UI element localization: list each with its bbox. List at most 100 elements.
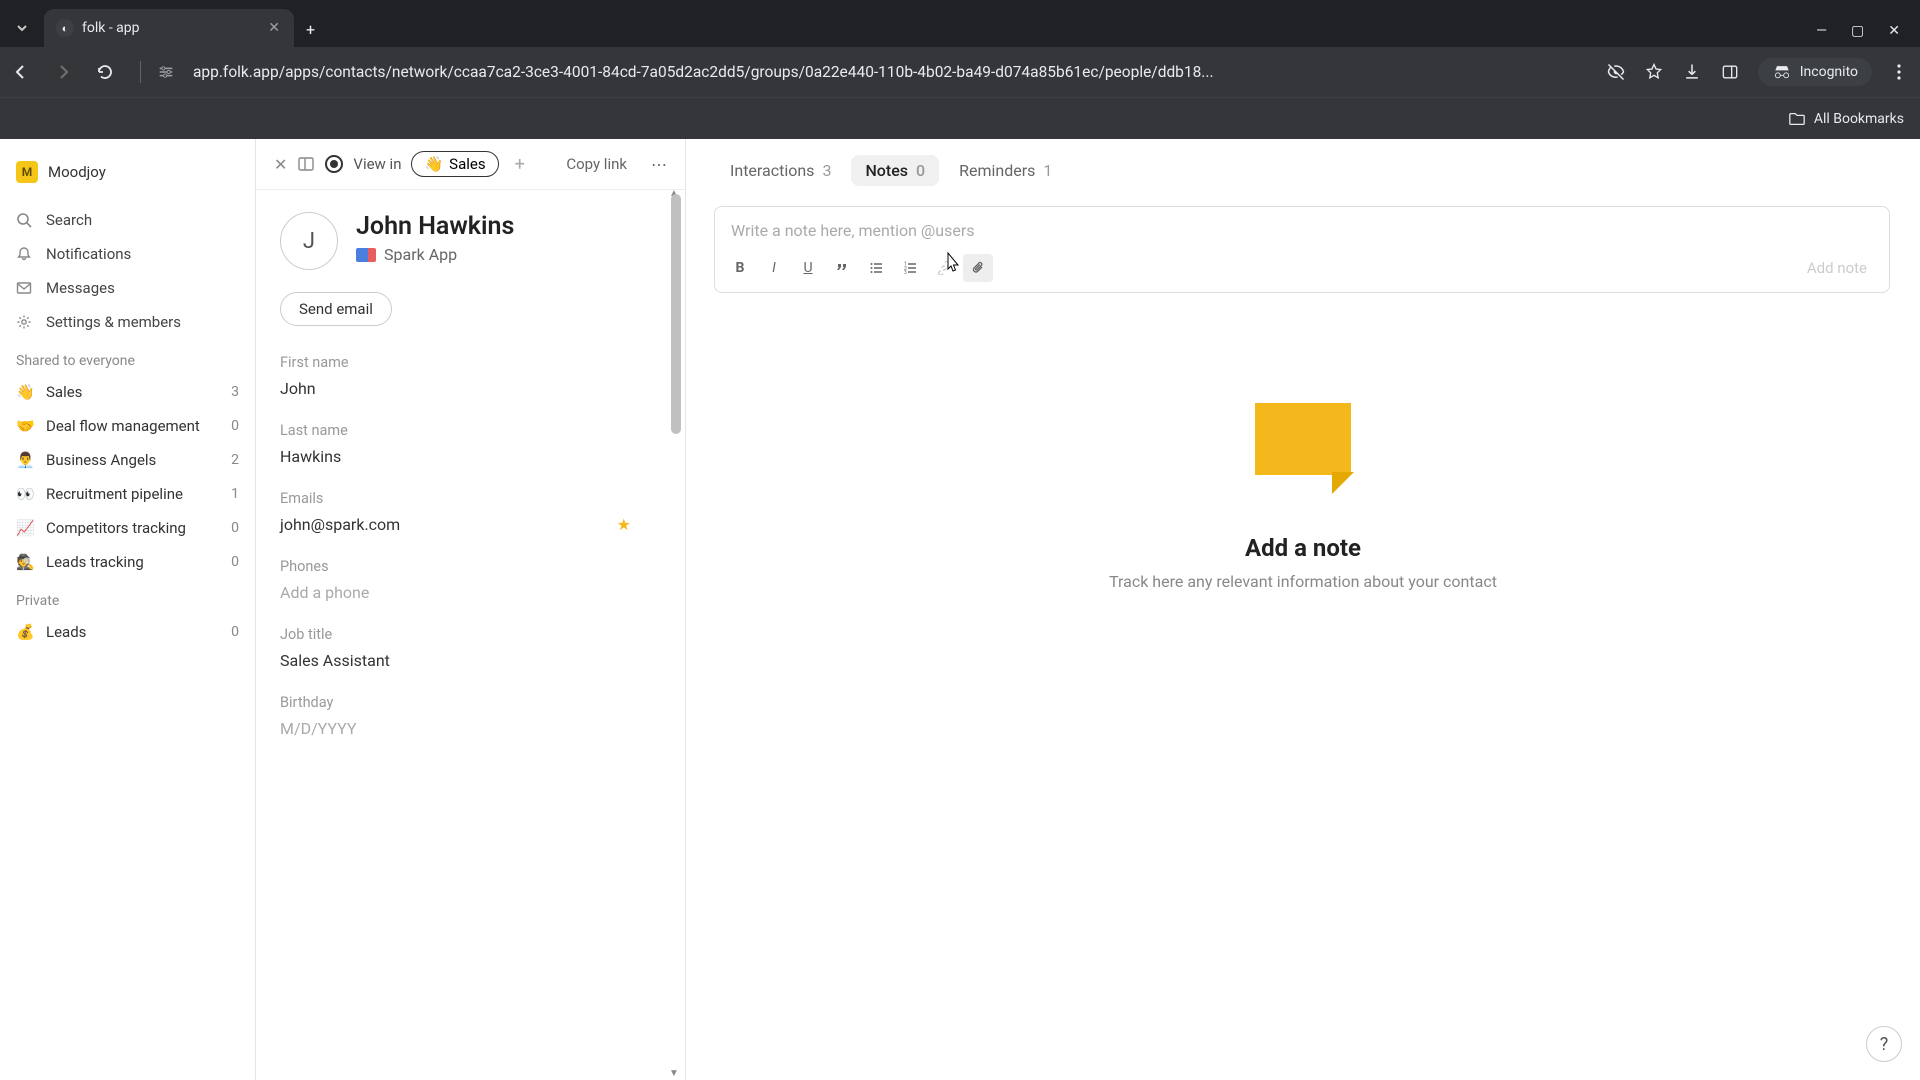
bell-icon (16, 246, 34, 262)
last-name-label: Last name (280, 422, 661, 439)
nav-label: Search (46, 211, 92, 229)
sidebar-group-recruitment[interactable]: 👀 Recruitment pipeline 1 (0, 477, 255, 511)
tab-count: 1 (1043, 161, 1052, 180)
last-name-value[interactable]: Hawkins (280, 447, 661, 466)
shared-section-label: Shared to everyone (0, 339, 255, 375)
sidebar-group-dealflow[interactable]: 🤝 Deal flow management 0 (0, 409, 255, 443)
attachment-button[interactable] (963, 254, 993, 282)
window-controls: — ▢ ✕ (1816, 23, 1920, 47)
sidebar-group-sales[interactable]: 👋 Sales 3 (0, 375, 255, 409)
underline-button[interactable]: U (793, 254, 823, 282)
contact-detail-panel: ✕ View in 👋 Sales + Copy link ⋯ J John H… (256, 139, 686, 1080)
bullet-list-button[interactable] (861, 254, 891, 282)
tab-count: 3 (822, 161, 831, 180)
help-button[interactable]: ? (1866, 1026, 1902, 1062)
address-bar[interactable]: app.folk.app/apps/contacts/network/ccaa7… (189, 63, 1592, 81)
envelope-icon (16, 280, 34, 296)
activity-panel: Interactions 3 Notes 0 Reminders 1 Write… (686, 139, 1920, 1080)
birthday-input[interactable]: M/D/YYYY (280, 719, 661, 738)
minimize-button[interactable]: — (1816, 23, 1827, 39)
panel-icon (1720, 62, 1740, 82)
side-panel-button[interactable] (1720, 62, 1740, 82)
scrollbar[interactable]: ▲ ▼ (669, 190, 683, 1080)
tab-label: Reminders (959, 161, 1035, 180)
maximize-button[interactable]: ▢ (1851, 23, 1864, 39)
add-phone-button[interactable]: Add a phone (280, 583, 661, 602)
detail-scroll-area[interactable]: J John Hawkins Spark App Send email Firs… (256, 190, 685, 1080)
incognito-badge[interactable]: Incognito (1758, 58, 1872, 86)
sidebar-group-angels[interactable]: 👨‍💼 Business Angels 2 (0, 443, 255, 477)
bullet-list-icon (869, 261, 883, 275)
sidebar-group-leads-tracking[interactable]: 🕵️ Leads tracking 0 (0, 545, 255, 579)
note-editor: Write a note here, mention @users B I U … (714, 206, 1890, 293)
bookmarks-bar: All Bookmarks (0, 97, 1920, 139)
activity-tabs: Interactions 3 Notes 0 Reminders 1 (686, 139, 1920, 200)
tab-notes[interactable]: Notes 0 (851, 155, 939, 186)
detail-more-button[interactable]: ⋯ (651, 155, 667, 174)
group-chip-sales[interactable]: 👋 Sales (411, 151, 498, 177)
sidebar-settings[interactable]: Settings & members (0, 305, 255, 339)
eye-off-icon[interactable] (1606, 62, 1626, 82)
tab-count: 0 (916, 161, 925, 180)
contact-name[interactable]: John Hawkins (356, 212, 514, 241)
paperclip-icon (971, 261, 985, 275)
tab-search-dropdown[interactable] (0, 9, 44, 47)
download-icon (1682, 62, 1702, 82)
scroll-down-arrow-icon[interactable]: ▼ (667, 1068, 681, 1080)
contact-avatar[interactable]: J (280, 212, 338, 270)
sidebar-group-competitors[interactable]: 📈 Competitors tracking 0 (0, 511, 255, 545)
new-tab-button[interactable]: + (294, 12, 327, 47)
close-detail-button[interactable]: ✕ (274, 155, 287, 174)
browser-tab[interactable]: ◐ folk - app ✕ (44, 9, 294, 47)
link-icon (937, 261, 951, 275)
record-indicator-icon (325, 155, 343, 173)
group-count: 0 (231, 624, 239, 640)
sidebar-messages[interactable]: Messages (0, 271, 255, 305)
email-value[interactable]: john@spark.com (280, 515, 400, 534)
notes-empty-state: Add a note Track here any relevant infor… (686, 403, 1920, 591)
site-info-button[interactable] (157, 63, 175, 81)
panel-layout-icon[interactable] (297, 155, 315, 173)
contact-company[interactable]: Spark App (356, 245, 514, 264)
all-bookmarks-button[interactable]: All Bookmarks (1788, 110, 1904, 128)
tab-label: Notes (865, 161, 908, 180)
close-window-button[interactable]: ✕ (1888, 23, 1900, 39)
copy-link-button[interactable]: Copy link (566, 155, 627, 173)
quote-button[interactable] (827, 254, 857, 282)
primary-email-star-icon[interactable]: ★ (617, 515, 631, 534)
bold-button[interactable]: B (725, 254, 755, 282)
sticky-note-illustration-icon (1248, 403, 1358, 498)
add-group-button[interactable]: + (509, 154, 531, 175)
downloads-button[interactable] (1682, 62, 1702, 82)
tab-close-button[interactable]: ✕ (266, 18, 282, 38)
add-note-button[interactable]: Add note (1795, 255, 1879, 281)
italic-button[interactable]: I (759, 254, 789, 282)
sidebar-group-leads[interactable]: 💰 Leads 0 (0, 615, 255, 649)
tab-interactions[interactable]: Interactions 3 (716, 155, 845, 186)
send-email-button[interactable]: Send email (280, 292, 392, 326)
company-name: Spark App (384, 245, 457, 264)
link-button[interactable] (929, 254, 959, 282)
sidebar-search[interactable]: Search (0, 203, 255, 237)
reload-button[interactable] (96, 63, 124, 81)
sidebar-notifications[interactable]: Notifications (0, 237, 255, 271)
numbered-list-button[interactable]: 123 (895, 254, 925, 282)
group-emoji: 📈 (16, 519, 36, 537)
forward-button[interactable] (54, 63, 82, 81)
incognito-label: Incognito (1800, 64, 1858, 80)
scroll-thumb[interactable] (671, 194, 681, 434)
bookmark-star-button[interactable] (1644, 62, 1664, 82)
workspace-switcher[interactable]: M Moodjoy (0, 151, 255, 193)
browser-menu-button[interactable] (1890, 63, 1908, 81)
first-name-value[interactable]: John (280, 379, 661, 398)
arrow-left-icon (12, 63, 30, 81)
tune-icon (157, 63, 175, 81)
group-emoji: 🤝 (16, 417, 36, 435)
group-label: Recruitment pipeline (46, 485, 183, 503)
tab-title: folk - app (82, 20, 140, 36)
note-input[interactable]: Write a note here, mention @users (715, 207, 1889, 248)
back-button[interactable] (12, 63, 40, 81)
tab-reminders[interactable]: Reminders 1 (945, 155, 1066, 186)
job-title-value[interactable]: Sales Assistant (280, 651, 661, 670)
company-logo-icon (356, 248, 376, 262)
